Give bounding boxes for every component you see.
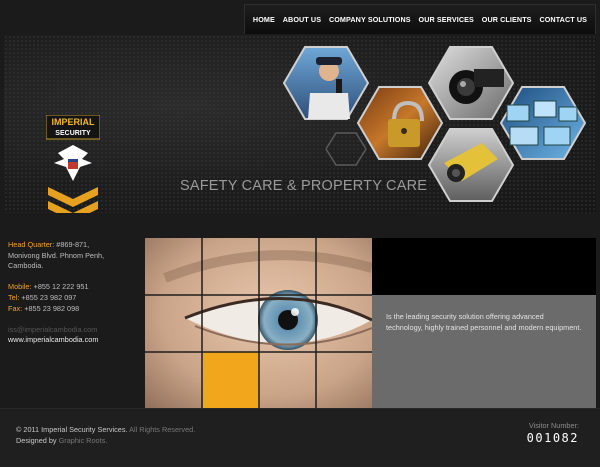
tel-value: +855 23 982 097 [19, 292, 77, 302]
hero-hexagon-gallery [282, 46, 587, 202]
head-quarter-line: Head Quarter: #869-871, [8, 240, 138, 251]
cctv-camera-hexagon [427, 46, 515, 120]
visitor-count: 001082 [526, 431, 579, 445]
security-guard-hexagon [282, 46, 370, 120]
copyright: © 2011 Imperial Security Services. All R… [16, 424, 195, 446]
hero-banner: IMPERIAL SECURITY SAFETY CARE & PROPERTY… [4, 35, 596, 213]
nav-contact-us[interactable]: CONTACT US [539, 15, 587, 24]
intro-panel: Is the leading security solution offerin… [372, 295, 596, 408]
main-nav: HOME ABOUT US COMPANY SOLUTIONS OUR SERV… [244, 4, 596, 34]
nav-company-solutions[interactable]: COMPANY SOLUTIONS [329, 15, 411, 24]
accent-square [203, 352, 259, 408]
fax-line: Fax: +855 23 982 098 [8, 304, 138, 315]
dome-camera-hexagon [427, 128, 515, 202]
designer-link[interactable]: Graphic Roots. [57, 436, 108, 445]
mobile-line: Mobile: +855 12 222 951 [8, 282, 138, 293]
hq-label: Head Quarter: [8, 240, 55, 249]
nav-home[interactable]: HOME [253, 15, 275, 24]
fax-label: Fax: [8, 303, 23, 313]
hq-address-line3: Cambodia. [8, 261, 44, 271]
website-link[interactable]: www.imperialcambodia.com [8, 335, 138, 346]
tel-line: Tel: +855 23 982 097 [8, 293, 138, 304]
hq-address-line2: Monivong Blvd. Phnom Penh, [8, 250, 105, 260]
mobile-value: +855 12 222 951 [31, 282, 89, 292]
email-link[interactable]: iss@imperialcambodia.com [8, 325, 138, 336]
mobile-label: Mobile: [8, 282, 32, 292]
nav-our-clients[interactable]: OUR CLIENTS [482, 15, 532, 24]
rights-text: All Rights Reserved. [127, 425, 196, 434]
monitoring-screens-hexagon [499, 86, 587, 160]
intro-text: Is the leading security solution offerin… [386, 312, 582, 333]
decorative-hexagon-outline [325, 132, 367, 166]
copyright-text: © 2011 Imperial Security Services. [16, 425, 128, 434]
designed-by-label: Designed by [16, 436, 57, 445]
tel-label: Tel: [8, 292, 20, 302]
hq-value: #869-871, [54, 240, 90, 249]
black-header-block [372, 238, 596, 295]
padlock-hexagon [356, 86, 444, 160]
nav-our-services[interactable]: OUR SERVICES [419, 15, 474, 24]
visitor-counter: Visitor Number: 001082 [527, 421, 579, 445]
page-footer: © 2011 Imperial Security Services. All R… [0, 408, 600, 467]
eye-image-panel [145, 238, 372, 408]
contact-info: Head Quarter: #869-871, Monivong Blvd. P… [8, 240, 138, 346]
fax-value: +855 23 982 098 [22, 303, 80, 313]
nav-about-us[interactable]: ABOUT US [283, 15, 321, 24]
visitor-label: Visitor Number: [528, 421, 579, 430]
